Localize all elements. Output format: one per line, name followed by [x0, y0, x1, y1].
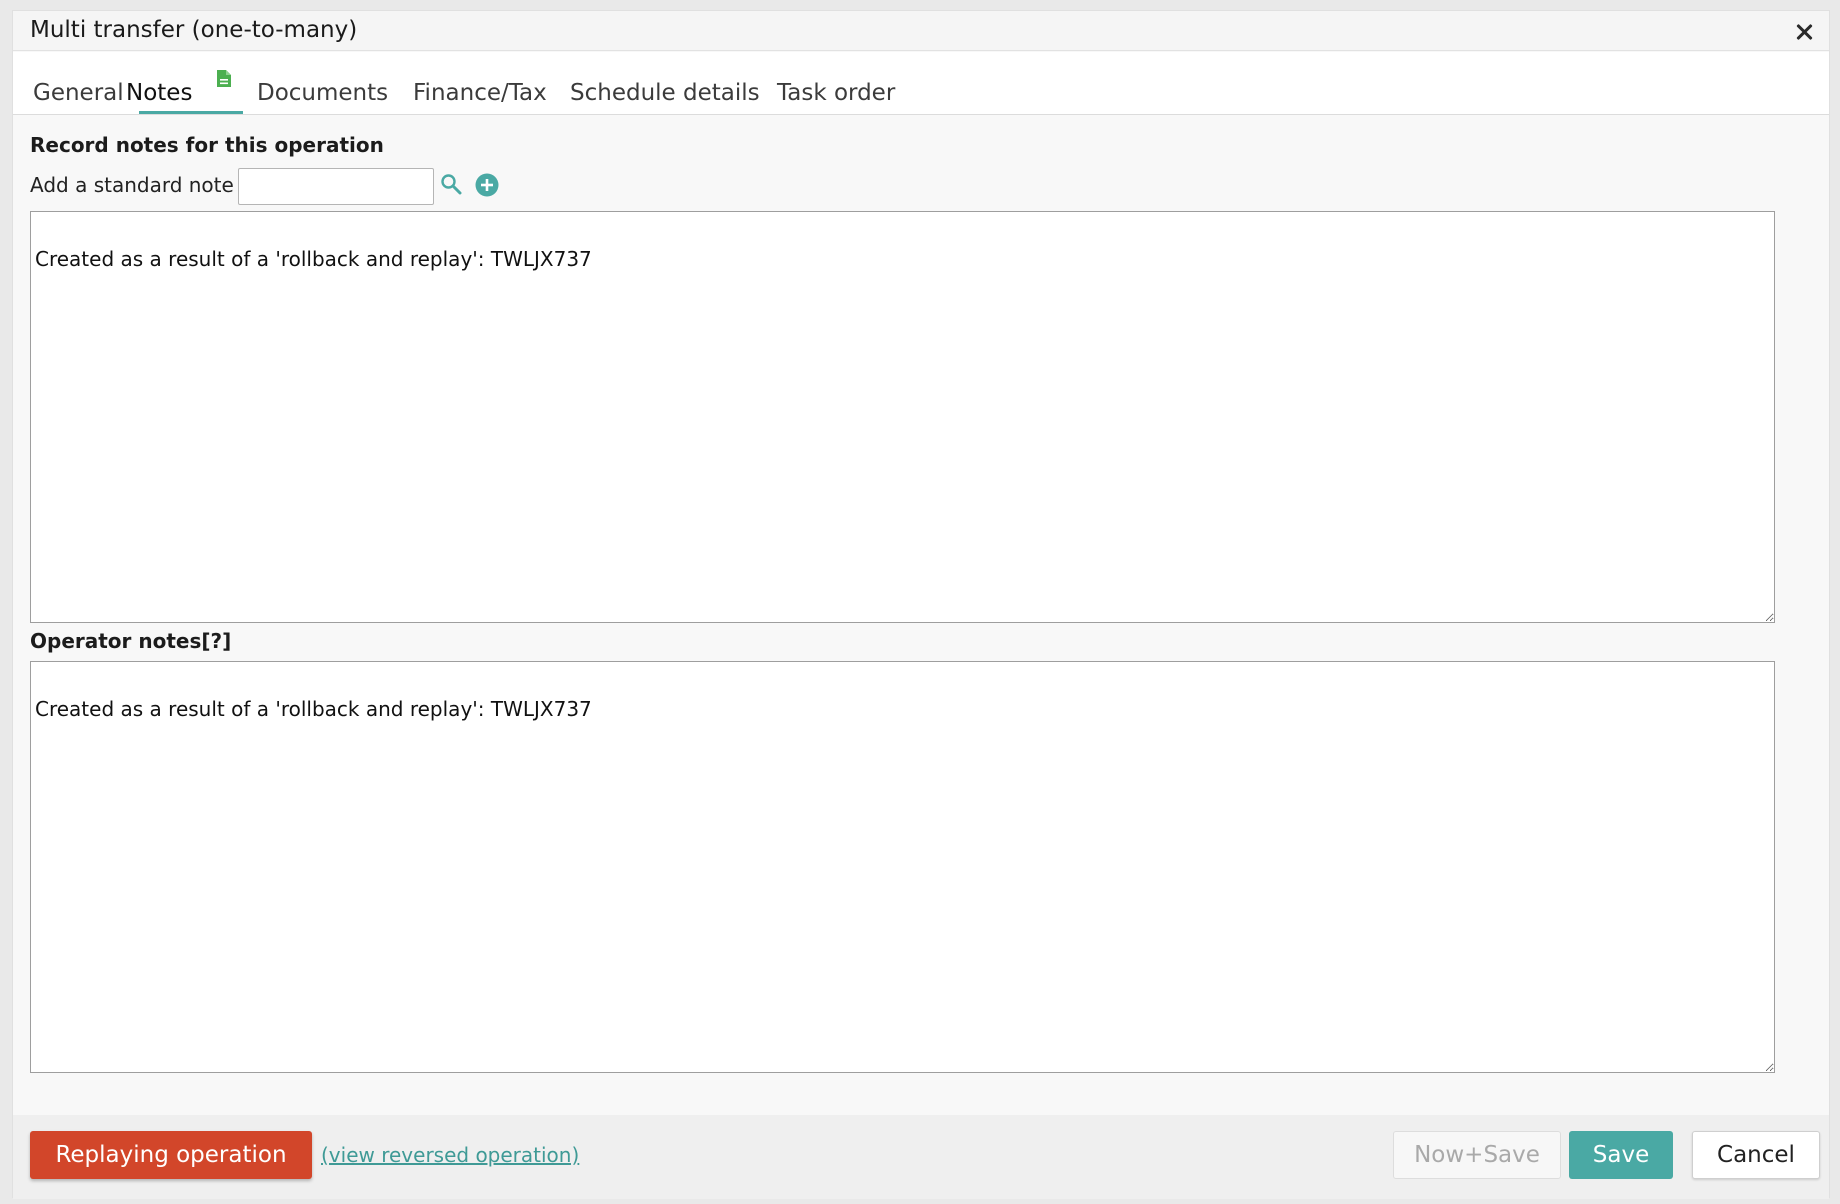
tab-documents[interactable]: Documents	[257, 80, 388, 106]
cancel-button[interactable]: Cancel	[1692, 1131, 1820, 1179]
dialog-title: Multi transfer (one-to-many)	[30, 17, 358, 43]
tab-finance-tax[interactable]: Finance/Tax	[413, 80, 547, 106]
tab-task-order[interactable]: Task order	[777, 80, 895, 106]
dialog-titlebar: Multi transfer (one-to-many)	[13, 11, 1829, 51]
record-notes-heading: Record notes for this operation	[30, 133, 384, 157]
view-reversed-operation-link[interactable]: (view reversed operation)	[321, 1143, 579, 1167]
now-save-button[interactable]: Now+Save	[1393, 1131, 1561, 1179]
active-tab-indicator	[139, 111, 243, 114]
close-icon[interactable]	[1793, 21, 1815, 43]
multi-transfer-dialog: Multi transfer (one-to-many) General Not…	[12, 10, 1830, 1199]
save-button[interactable]: Save	[1569, 1131, 1673, 1179]
record-notes-textarea[interactable]: Created as a result of a 'rollback and r…	[30, 211, 1775, 623]
dialog-footer: Replaying operation (view reversed opera…	[13, 1115, 1829, 1199]
tab-schedule-details[interactable]: Schedule details	[570, 80, 760, 106]
operator-notes-heading: Operator notes[?]	[30, 629, 232, 653]
standard-note-label: Add a standard note	[30, 173, 234, 197]
add-circle-icon[interactable]	[475, 173, 499, 201]
replaying-operation-button[interactable]: Replaying operation	[30, 1131, 312, 1179]
document-icon	[216, 69, 232, 92]
tab-general[interactable]: General	[33, 80, 124, 106]
standard-note-input[interactable]	[238, 168, 434, 205]
tab-bar: General Notes Documents Finance/Tax Sche…	[13, 52, 1829, 115]
operator-notes-textarea[interactable]: Created as a result of a 'rollback and r…	[30, 661, 1775, 1073]
search-icon[interactable]	[440, 173, 462, 199]
tab-notes[interactable]: Notes	[126, 80, 192, 106]
